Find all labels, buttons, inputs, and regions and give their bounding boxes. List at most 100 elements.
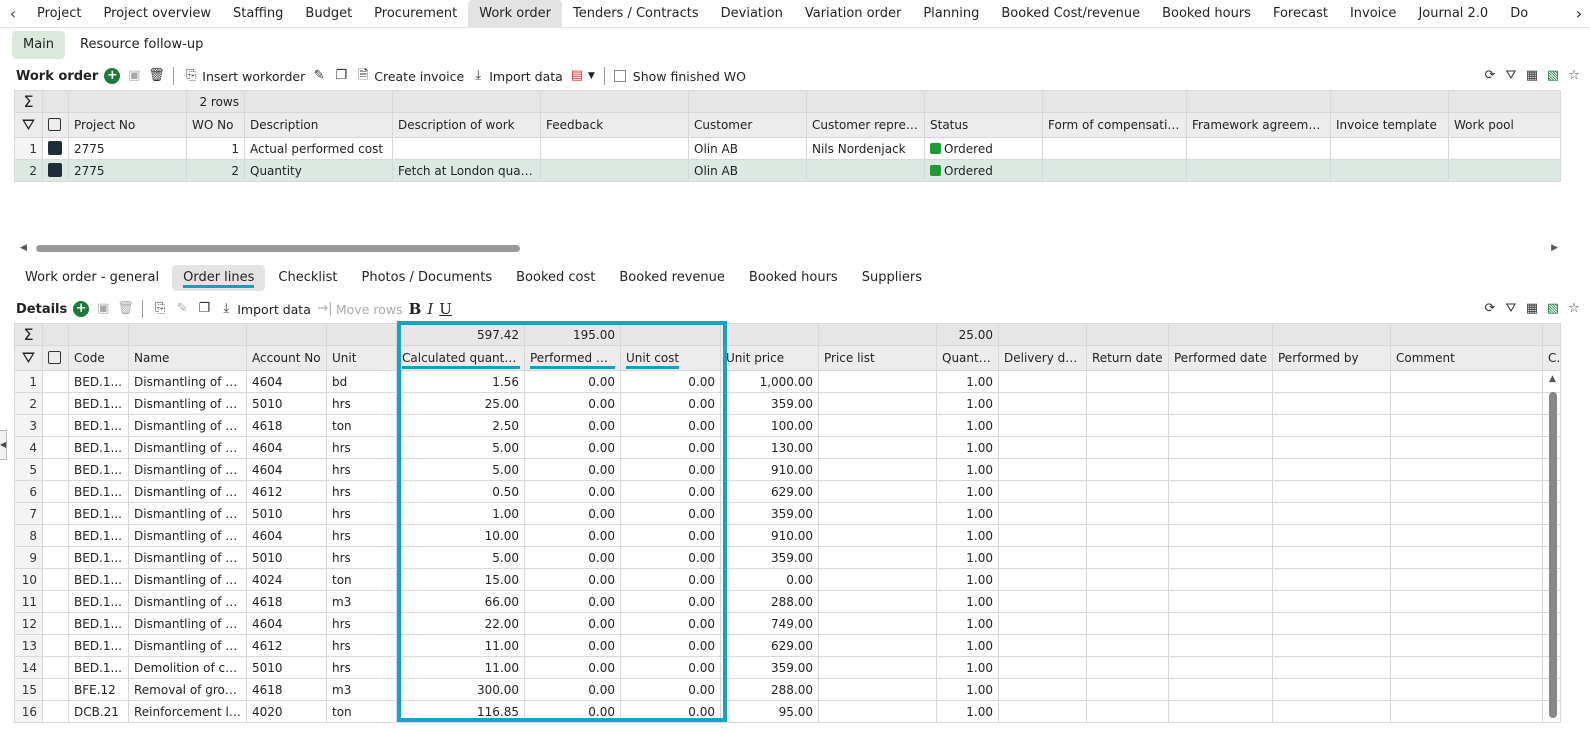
- copy-icon[interactable]: ❐: [333, 68, 349, 84]
- nav-tab-deviation[interactable]: Deviation: [710, 0, 794, 27]
- nav-tab-booked-cost-revenue[interactable]: Booked Cost/revenue: [990, 0, 1151, 27]
- tab-booked-cost[interactable]: Booked cost: [505, 265, 606, 291]
- table-row[interactable]: 7 BED.1... Dismantling of re... 5010 hrs 1.00…: [14, 502, 1561, 525]
- notes-header[interactable]: [42, 345, 69, 371]
- table-row[interactable]: 3 BED.1... Dismantling of re... 4618 ton 2.50…: [14, 414, 1561, 437]
- table-row[interactable]: 9 BED.1... Dismantling of cu... 5010 hrs 5.00…: [14, 546, 1561, 569]
- save-icon[interactable]: ▣: [95, 301, 111, 317]
- table-row[interactable]: 2 2775 2 Quantity Fetch at London quarry Olin…: [14, 159, 1561, 182]
- note-cell[interactable]: [42, 634, 69, 657]
- table-row[interactable]: 15 BFE.12 Removal of groun... 4618 m3 300.00 0…: [14, 678, 1561, 701]
- column-header-calculated-quantity[interactable]: Calculated quantity: [396, 345, 525, 371]
- edit-icon[interactable]: ✎: [174, 301, 190, 317]
- show-finished-wo-checkbox[interactable]: Show finished WO: [613, 69, 746, 84]
- tab-checklist[interactable]: Checklist: [267, 265, 348, 291]
- side-panel-handle-icon[interactable]: ◀: [0, 430, 7, 460]
- note-cell[interactable]: [42, 678, 69, 701]
- column-header-customer-repres[interactable]: Customer repres...: [806, 112, 925, 138]
- nav-tab-variation-order[interactable]: Variation order: [794, 0, 912, 27]
- filter-icon[interactable]: ⛛: [14, 345, 43, 371]
- column-header-project-no[interactable]: Project No: [68, 112, 187, 138]
- column-header-performed-date[interactable]: Performed date: [1168, 345, 1273, 371]
- column-header-account-no[interactable]: Account No: [246, 345, 327, 371]
- nav-tab-project[interactable]: Project: [26, 0, 92, 27]
- note-cell[interactable]: [42, 612, 69, 635]
- note-cell[interactable]: [42, 392, 69, 415]
- save-icon[interactable]: ▣: [126, 68, 142, 84]
- insert-icon[interactable]: ⎘: [152, 301, 168, 317]
- table-row[interactable]: 11 BED.1... Dismantling of co... 4618 m3 66.0…: [14, 590, 1561, 613]
- tab-work-order-general[interactable]: Work order - general: [14, 265, 170, 291]
- table-row[interactable]: 4 BED.1... Dismantling of re... 4604 hrs 5.00…: [14, 436, 1561, 459]
- refresh-icon[interactable]: ⟳: [1482, 301, 1498, 317]
- nav-scroll-right-icon[interactable]: ›: [1568, 0, 1590, 27]
- column-header-framework-agreement[interactable]: Framework agreement: [1186, 112, 1331, 138]
- nav-tab-budget[interactable]: Budget: [294, 0, 363, 27]
- sigma-icon[interactable]: Σ: [14, 323, 43, 346]
- nav-tab-procurement[interactable]: Procurement: [363, 0, 468, 27]
- note-cell[interactable]: [42, 436, 69, 459]
- column-header-feedback[interactable]: Feedback: [540, 112, 689, 138]
- bold-button[interactable]: B: [409, 300, 422, 318]
- table-row[interactable]: 8 BED.1... Dismantling of cu... 4604 hrs 10.0…: [14, 524, 1561, 547]
- table-row[interactable]: 2 BED.1... Dismantling of st... 5010 hrs 25.0…: [14, 392, 1561, 415]
- notes-header[interactable]: [42, 112, 69, 138]
- subtab-resource-follow-up[interactable]: Resource follow-up: [69, 31, 214, 59]
- column-header-name[interactable]: Name: [128, 345, 247, 371]
- column-header-comment[interactable]: Comment: [1390, 345, 1543, 371]
- underline-button[interactable]: U: [439, 300, 452, 318]
- table-row[interactable]: 13 BED.1... Dismantling of co... 4612 hrs 11.…: [14, 634, 1561, 657]
- import-data-button[interactable]: ⤓ Import data: [218, 301, 311, 317]
- column-header-unit[interactable]: Unit: [326, 345, 397, 371]
- note-cell[interactable]: [42, 480, 69, 503]
- excel-icon[interactable]: ▧: [1545, 68, 1561, 84]
- scroll-up-icon[interactable]: ▲: [1549, 374, 1556, 384]
- nav-tab-staffing[interactable]: Staffing: [222, 0, 294, 27]
- delete-icon[interactable]: 🗑: [117, 301, 134, 317]
- tab-photos-documents[interactable]: Photos / Documents: [351, 265, 504, 291]
- table-row[interactable]: 1 BED.1... Dismantling of st... 4604 bd 1.56 0…: [14, 370, 1561, 393]
- insert-workorder-button[interactable]: ⎘ Insert workorder: [183, 68, 305, 84]
- scrollbar-thumb[interactable]: [36, 245, 520, 252]
- table-row[interactable]: 5 BED.1... Dismantling of re... 4604 hrs 5.00…: [14, 458, 1561, 481]
- filter-icon[interactable]: ⛛: [14, 112, 43, 138]
- scroll-left-icon[interactable]: ◀: [20, 243, 27, 253]
- nav-tab-project-overview[interactable]: Project overview: [92, 0, 222, 27]
- columns-icon[interactable]: ▦: [1524, 68, 1540, 84]
- create-invoice-button[interactable]: 🗎 Create invoice: [355, 68, 464, 84]
- tab-booked-revenue[interactable]: Booked revenue: [608, 265, 736, 291]
- column-header-delivery-date[interactable]: Delivery date: [998, 345, 1087, 371]
- column-header-description-of-work[interactable]: Description of work: [392, 112, 541, 138]
- column-header-customer[interactable]: Customer: [688, 112, 807, 138]
- add-icon[interactable]: +: [104, 68, 121, 84]
- table-row[interactable]: 16 DCB.21 Reinforcement la... 4020 ton 116.85…: [14, 700, 1561, 723]
- add-icon[interactable]: +: [73, 301, 90, 317]
- move-rows-button[interactable]: →| Move rows: [317, 301, 402, 317]
- excel-icon[interactable]: ▧: [1545, 301, 1561, 317]
- edit-icon[interactable]: ✎: [311, 68, 327, 84]
- column-header-performed-qty[interactable]: Performed qty: [524, 345, 621, 371]
- note-cell[interactable]: [42, 458, 69, 481]
- column-header-return-date[interactable]: Return date: [1086, 345, 1169, 371]
- nav-tab-forecast[interactable]: Forecast: [1262, 0, 1339, 27]
- column-header-c[interactable]: C: [1542, 345, 1561, 371]
- note-cell[interactable]: [42, 656, 69, 679]
- table-row[interactable]: 14 BED.1... Demolition of con... 5010 hrs 11.…: [14, 656, 1561, 679]
- column-header-unit-cost[interactable]: Unit cost: [620, 345, 721, 371]
- star-icon[interactable]: ☆: [1566, 68, 1582, 84]
- column-header-invoice-template[interactable]: Invoice template: [1330, 112, 1449, 138]
- nav-tab-tenders-contracts[interactable]: Tenders / Contracts: [562, 0, 710, 27]
- pdf-export-button[interactable]: ▤ ▼: [569, 68, 595, 84]
- filter-icon[interactable]: ⛛: [1503, 68, 1519, 84]
- note-cell[interactable]: [42, 502, 69, 525]
- table-row[interactable]: 1 2775 1 Actual performed cost Olin AB Nils N…: [14, 137, 1561, 160]
- column-header-performed-by[interactable]: Performed by: [1272, 345, 1391, 371]
- column-header-work-pool[interactable]: Work pool: [1448, 112, 1561, 138]
- import-data-button[interactable]: ⤓ Import data: [470, 68, 563, 84]
- note-cell[interactable]: [42, 546, 69, 569]
- column-header-status[interactable]: Status: [924, 112, 1043, 138]
- tab-suppliers[interactable]: Suppliers: [851, 265, 933, 291]
- nav-scroll-left-icon[interactable]: ‹: [0, 4, 26, 23]
- note-cell[interactable]: [42, 524, 69, 547]
- scroll-right-icon[interactable]: ▶: [1551, 243, 1558, 253]
